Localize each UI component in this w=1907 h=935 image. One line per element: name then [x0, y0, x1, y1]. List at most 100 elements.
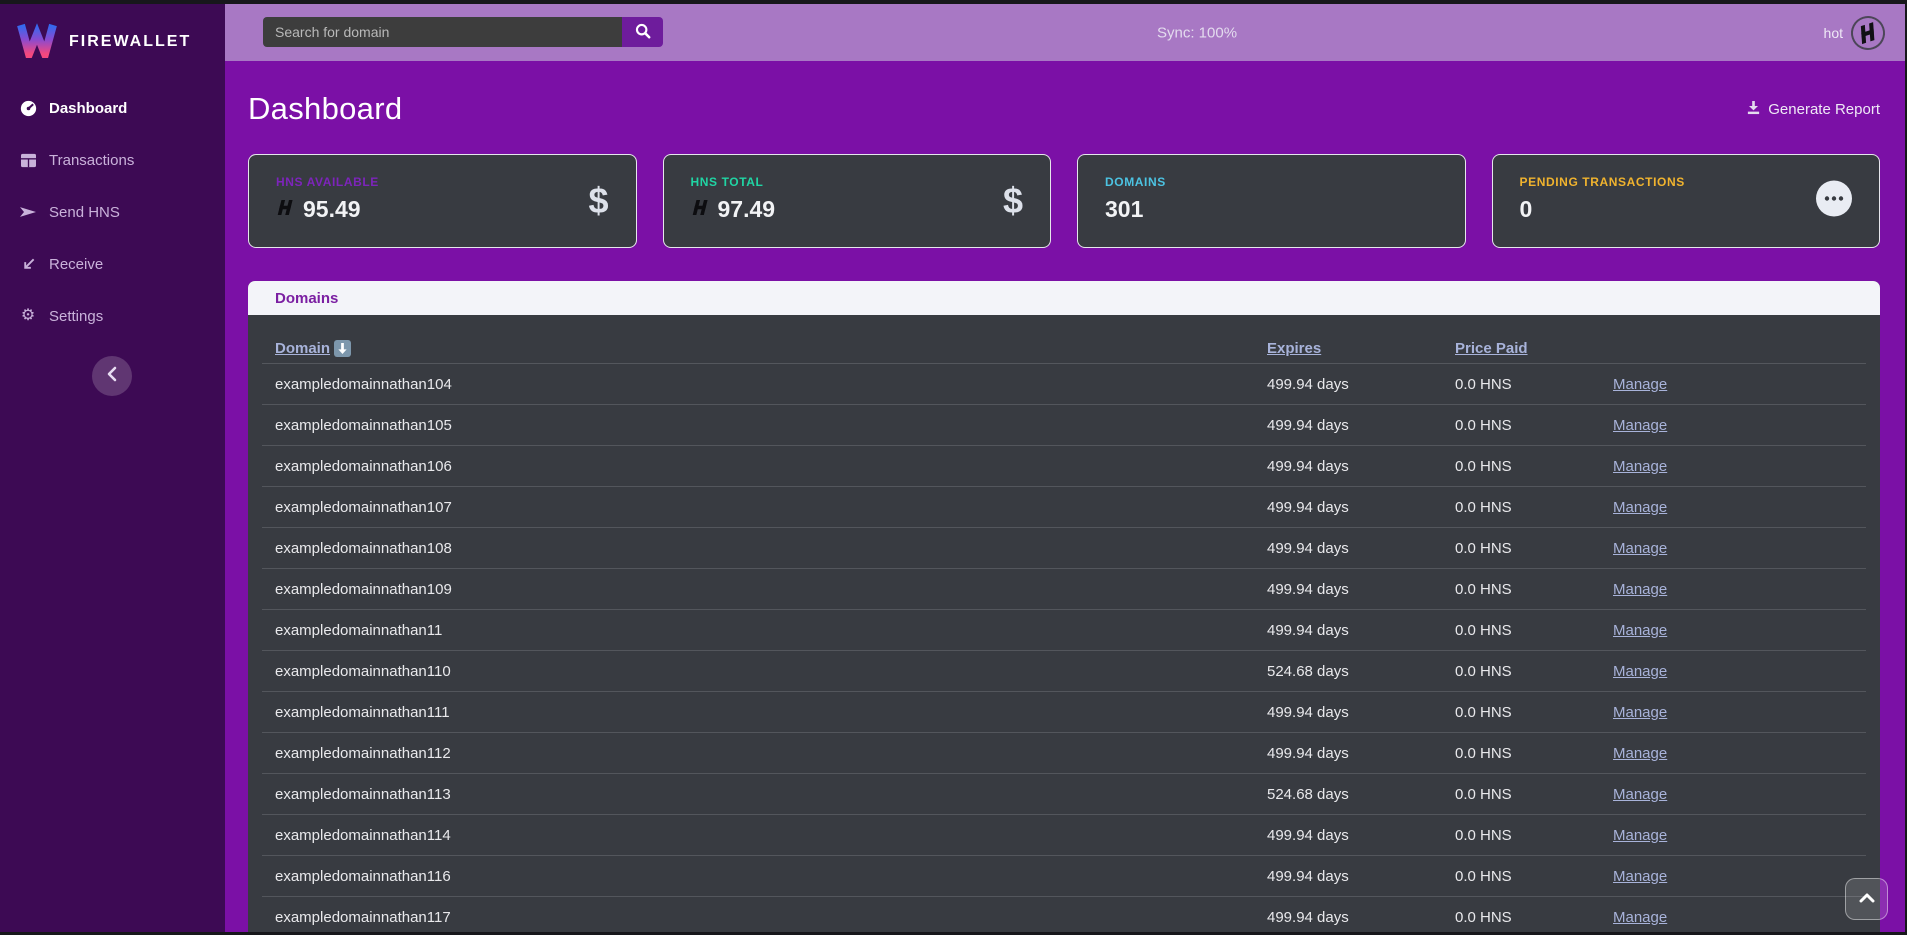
table-row: exampledomainnathan117 499.94 days 0.0 H…	[262, 897, 1866, 932]
sidebar: FIREWALLET Dashboard Transactions Send H…	[0, 4, 225, 932]
price-paid-cell: 0.0 HNS	[1455, 458, 1613, 475]
domains-panel: Domains Domain Expires Price Paid	[248, 281, 1880, 932]
manage-link[interactable]: Manage	[1613, 499, 1667, 516]
search-input[interactable]	[263, 17, 622, 47]
price-paid-cell: 0.0 HNS	[1455, 622, 1613, 639]
search-icon	[635, 23, 651, 42]
domains-table-body: exampledomainnathan104 499.94 days 0.0 H…	[262, 364, 1866, 932]
domain-cell: exampledomainnathan114	[275, 827, 1267, 844]
stat-card-label: HNS AVAILABLE	[276, 175, 636, 189]
price-paid-cell: 0.0 HNS	[1455, 909, 1613, 926]
domain-cell: exampledomainnathan11	[275, 622, 1267, 639]
stat-card: PENDING TRANSACTIONS 0	[1492, 154, 1881, 248]
dollar-icon: $	[588, 180, 608, 221]
expires-cell: 499.94 days	[1267, 417, 1455, 434]
manage-link[interactable]: Manage	[1613, 786, 1667, 803]
price-paid-cell: 0.0 HNS	[1455, 868, 1613, 885]
stat-cards: HNS AVAILABLE 95.49 $ HNS TOTAL 97.49 $ …	[248, 154, 1880, 248]
sidebar-collapse-button[interactable]	[92, 356, 132, 396]
manage-link[interactable]: Manage	[1613, 417, 1667, 434]
handshake-logo-icon[interactable]	[1847, 11, 1890, 54]
table-row: exampledomainnathan11 499.94 days 0.0 HN…	[262, 610, 1866, 651]
ellipsis-icon	[1816, 181, 1852, 217]
price-paid-cell: 0.0 HNS	[1455, 581, 1613, 598]
send-icon	[17, 204, 39, 220]
topbar: Sync: 100% hot	[225, 4, 1905, 61]
table-row: exampledomainnathan114 499.94 days 0.0 H…	[262, 815, 1866, 856]
expires-cell: 499.94 days	[1267, 622, 1455, 639]
hns-coin-icon	[691, 198, 710, 222]
table-row: exampledomainnathan112 499.94 days 0.0 H…	[262, 733, 1866, 774]
domain-cell: exampledomainnathan107	[275, 499, 1267, 516]
stat-card-value: 97.49	[718, 196, 776, 223]
domain-cell: exampledomainnathan110	[275, 663, 1267, 680]
search-button[interactable]	[622, 17, 663, 47]
expires-cell: 499.94 days	[1267, 909, 1455, 926]
manage-link[interactable]: Manage	[1613, 827, 1667, 844]
domain-cell: exampledomainnathan112	[275, 745, 1267, 762]
table-row: exampledomainnathan116 499.94 days 0.0 H…	[262, 856, 1866, 897]
manage-link[interactable]: Manage	[1613, 868, 1667, 885]
domain-cell: exampledomainnathan108	[275, 540, 1267, 557]
domains-table-header-row: Domain Expires Price Paid	[262, 315, 1866, 364]
sync-status: Sync: 100%	[1157, 24, 1237, 41]
sidebar-item-transactions[interactable]: Transactions	[0, 134, 225, 186]
stat-card-label: DOMAINS	[1105, 175, 1465, 189]
table-row: exampledomainnathan105 499.94 days 0.0 H…	[262, 405, 1866, 446]
table-row: exampledomainnathan109 499.94 days 0.0 H…	[262, 569, 1866, 610]
scroll-to-top-button[interactable]	[1845, 878, 1888, 920]
gear-icon: ⚙	[17, 308, 39, 324]
manage-link[interactable]: Manage	[1613, 622, 1667, 639]
manage-link[interactable]: Manage	[1613, 376, 1667, 393]
domains-panel-title: Domains	[275, 290, 338, 307]
sidebar-item-dashboard[interactable]: Dashboard	[0, 82, 225, 134]
manage-link[interactable]: Manage	[1613, 909, 1667, 926]
stat-card: HNS AVAILABLE 95.49 $	[248, 154, 637, 248]
table-row: exampledomainnathan108 499.94 days 0.0 H…	[262, 528, 1866, 569]
sidebar-item-receive[interactable]: Receive	[0, 238, 225, 290]
down-arrow-icon	[334, 340, 351, 357]
wallet-name: hot	[1824, 25, 1843, 41]
manage-link[interactable]: Manage	[1613, 704, 1667, 721]
manage-link[interactable]: Manage	[1613, 745, 1667, 762]
brand: FIREWALLET	[0, 4, 225, 66]
page-header: Dashboard Generate Report	[248, 91, 1880, 127]
price-paid-cell: 0.0 HNS	[1455, 540, 1613, 557]
price-paid-cell: 0.0 HNS	[1455, 786, 1613, 803]
sidebar-item-settings[interactable]: ⚙ Settings	[0, 290, 225, 342]
app-window: FIREWALLET Dashboard Transactions Send H…	[0, 4, 1905, 932]
wallet-switcher[interactable]: hot	[1824, 16, 1885, 50]
manage-link[interactable]: Manage	[1613, 663, 1667, 680]
domain-cell: exampledomainnathan113	[275, 786, 1267, 803]
column-header-expires[interactable]: Expires	[1267, 340, 1455, 357]
domain-cell: exampledomainnathan117	[275, 909, 1267, 926]
table-row: exampledomainnathan113 524.68 days 0.0 H…	[262, 774, 1866, 815]
manage-link[interactable]: Manage	[1613, 458, 1667, 475]
expires-cell: 524.68 days	[1267, 786, 1455, 803]
stat-card-value: 301	[1105, 196, 1143, 223]
stat-card: DOMAINS 301	[1077, 154, 1466, 248]
column-header-domain[interactable]: Domain	[275, 340, 1267, 357]
sidebar-item-send-hns[interactable]: Send HNS	[0, 186, 225, 238]
manage-link[interactable]: Manage	[1613, 540, 1667, 557]
expires-cell: 499.94 days	[1267, 704, 1455, 721]
generate-report-label: Generate Report	[1768, 101, 1880, 118]
expires-cell: 499.94 days	[1267, 540, 1455, 557]
price-paid-cell: 0.0 HNS	[1455, 376, 1613, 393]
manage-link[interactable]: Manage	[1613, 581, 1667, 598]
price-paid-cell: 0.0 HNS	[1455, 745, 1613, 762]
table-row: exampledomainnathan106 499.94 days 0.0 H…	[262, 446, 1866, 487]
hns-coin-icon	[276, 198, 295, 222]
table-row: exampledomainnathan110 524.68 days 0.0 H…	[262, 651, 1866, 692]
domain-cell: exampledomainnathan106	[275, 458, 1267, 475]
generate-report-button[interactable]: Generate Report	[1746, 100, 1880, 119]
domain-cell: exampledomainnathan105	[275, 417, 1267, 434]
table-row: exampledomainnathan107 499.94 days 0.0 H…	[262, 487, 1866, 528]
expires-cell: 499.94 days	[1267, 745, 1455, 762]
sidebar-item-label: Dashboard	[49, 100, 127, 117]
expires-cell: 524.68 days	[1267, 663, 1455, 680]
stat-card: HNS TOTAL 97.49 $	[663, 154, 1052, 248]
column-header-price-paid[interactable]: Price Paid	[1455, 340, 1613, 357]
price-paid-cell: 0.0 HNS	[1455, 704, 1613, 721]
firewallet-w-logo	[17, 21, 57, 63]
